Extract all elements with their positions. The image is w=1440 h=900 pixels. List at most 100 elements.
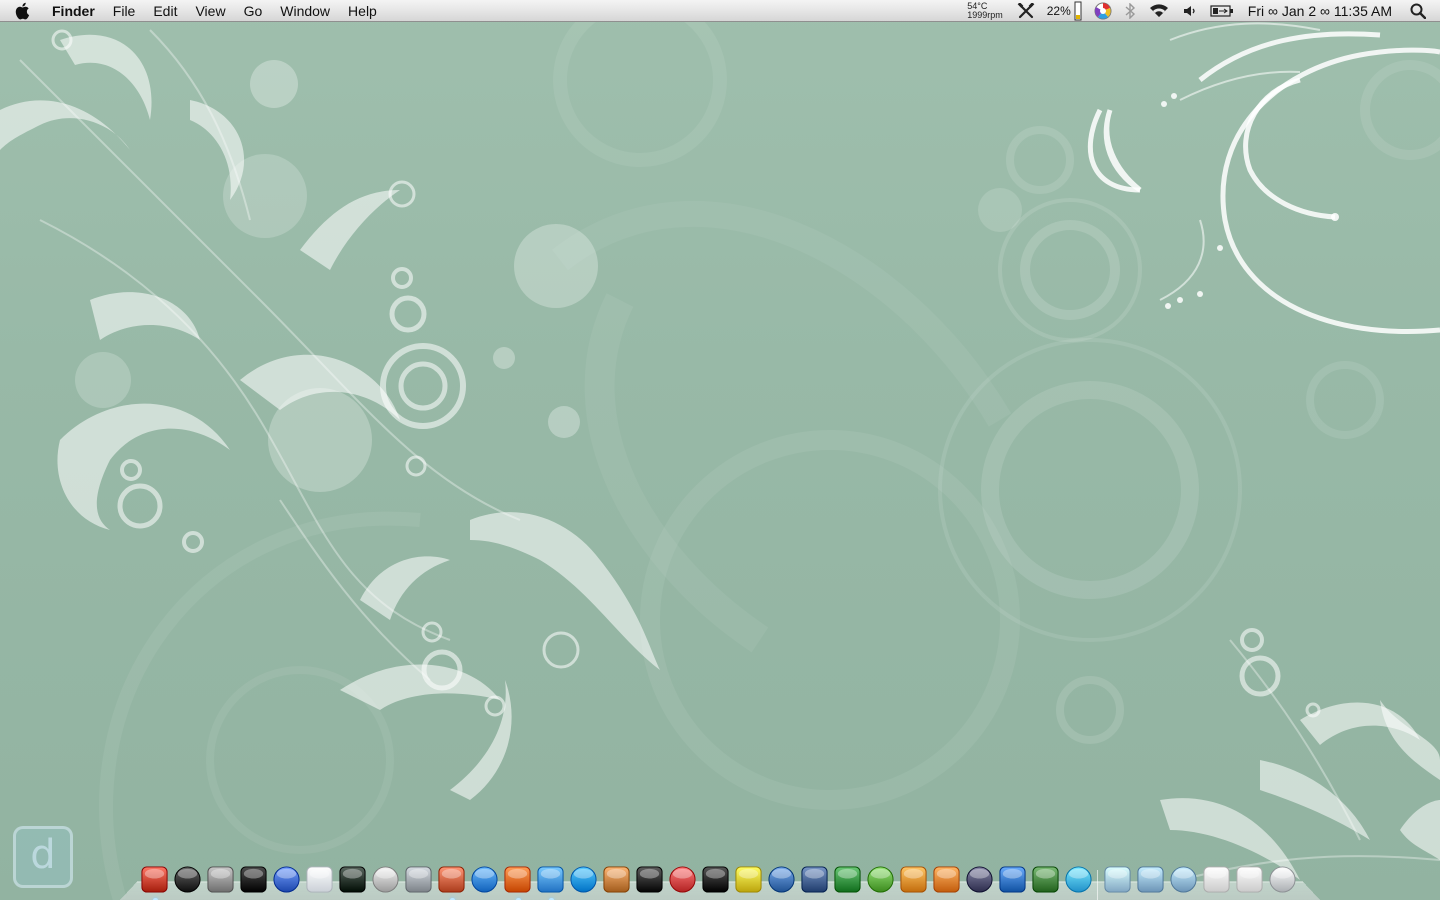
menu-clock[interactable]: Fri ∞ Jan 2 ∞ 11:35 AM — [1240, 3, 1404, 19]
color-wheel-extra[interactable] — [1088, 0, 1118, 22]
dock-item-time-machine[interactable] — [270, 862, 303, 896]
trash-icon — [1269, 865, 1296, 893]
script-editor-icon — [405, 865, 432, 893]
dock-item-terminal[interactable] — [237, 862, 270, 896]
adium-icon — [1032, 865, 1059, 893]
dock-item-front-row[interactable] — [633, 862, 666, 896]
wifi-extra[interactable] — [1142, 0, 1176, 22]
virtual-machine-icon — [768, 865, 795, 893]
volume-icon — [1183, 6, 1195, 16]
dock-item-word[interactable] — [996, 862, 1029, 896]
time-machine-icon — [273, 865, 300, 893]
dock-items — [138, 856, 1299, 900]
battery-level-icon — [1074, 1, 1082, 21]
apple-menu[interactable] — [0, 0, 44, 22]
dock-item-activity-monitor[interactable] — [336, 862, 369, 896]
battery-percent-extra[interactable]: 22% — [1041, 0, 1088, 22]
dock-item-mail-stack[interactable] — [1200, 862, 1233, 896]
downloads-folder-icon — [1170, 865, 1197, 893]
dock-item-scanner[interactable] — [732, 862, 765, 896]
terminal-icon — [240, 865, 267, 893]
dock-item-pen-tool[interactable] — [963, 862, 996, 896]
applications-folder-icon — [1137, 865, 1164, 893]
documents-stack-icon — [1104, 865, 1131, 893]
dock-item-firefox[interactable] — [501, 862, 534, 900]
dock-item-virtual-machine[interactable] — [765, 862, 798, 896]
temperature-monitor[interactable]: 54°C 1999rpm — [963, 2, 1011, 20]
airport-utility-icon — [306, 865, 333, 893]
firefox-icon — [504, 865, 531, 893]
dock-item-keynote[interactable] — [897, 862, 930, 896]
wallpaper — [0, 0, 1440, 900]
bluetooth-extra[interactable] — [1118, 0, 1142, 22]
dock-item-iphoto[interactable] — [600, 862, 633, 896]
dock-item-safari[interactable] — [468, 862, 501, 896]
front-row-icon — [636, 865, 663, 893]
dock-item-downloads-folder[interactable] — [1167, 862, 1200, 896]
dreamweaver-icon — [867, 865, 894, 893]
dock-item-quicktime[interactable] — [567, 862, 600, 896]
dock-item-dashboard[interactable] — [171, 862, 204, 896]
dock-item-network[interactable] — [1062, 862, 1095, 896]
menu-window[interactable]: Window — [271, 0, 339, 22]
volume-extra[interactable] — [1176, 0, 1204, 22]
drop-widget[interactable]: d — [13, 826, 73, 888]
dock-item-adium[interactable] — [1029, 862, 1062, 896]
itunes-icon — [537, 865, 564, 893]
wifi-icon — [1149, 4, 1168, 17]
keynote-icon — [900, 865, 927, 893]
battery-extra[interactable] — [1204, 0, 1240, 22]
textedit-icon — [669, 865, 696, 893]
dock-item-disk-utility[interactable] — [369, 862, 402, 896]
desktop[interactable] — [0, 0, 1440, 900]
dock-item-address-book[interactable] — [435, 862, 468, 900]
spotlight-button[interactable] — [1404, 0, 1440, 22]
menu-file[interactable]: File — [104, 0, 145, 22]
mail-stack-icon — [1203, 865, 1230, 893]
dock-item-itunes[interactable] — [534, 862, 567, 900]
tools-icon — [1017, 3, 1035, 19]
pages-icon — [933, 865, 960, 893]
app-menu-finder[interactable]: Finder — [44, 0, 104, 22]
menu-bar: Finder File Edit View Go Window Help 54°… — [0, 0, 1440, 22]
address-book-icon — [438, 865, 465, 893]
dock-item-dreamweaver[interactable] — [864, 862, 897, 896]
dock-item-textedit[interactable] — [666, 862, 699, 896]
color-wheel-icon — [1094, 2, 1112, 20]
bluetooth-icon — [1125, 3, 1135, 19]
scanner-icon — [735, 865, 762, 893]
pen-tool-icon — [966, 865, 993, 893]
apple-icon — [15, 2, 30, 19]
quicktime-icon — [570, 865, 597, 893]
dock-item-system-preferences[interactable] — [204, 862, 237, 896]
spaces-icon — [801, 865, 828, 893]
drop-widget-letter: d — [30, 832, 56, 878]
disk-utility-icon — [372, 865, 399, 893]
system-preferences-icon — [207, 865, 234, 893]
menu-go[interactable]: Go — [235, 0, 272, 22]
dock-item-applications-folder[interactable] — [1134, 862, 1167, 896]
dock-item-documents-stack[interactable] — [1101, 862, 1134, 896]
word-icon — [999, 865, 1026, 893]
tools-menu-extra[interactable] — [1011, 0, 1041, 22]
safari-icon — [471, 865, 498, 893]
battery-icon — [1210, 5, 1233, 17]
dock-item-preview-stack[interactable] — [1233, 862, 1266, 896]
menu-view[interactable]: View — [186, 0, 234, 22]
dock-item-numbers[interactable] — [831, 862, 864, 896]
dock-item-airport-utility[interactable] — [303, 862, 336, 896]
numbers-icon — [834, 865, 861, 893]
dock-item-finder[interactable] — [138, 862, 171, 900]
dock — [120, 852, 1320, 900]
dock-item-pages[interactable] — [930, 862, 963, 896]
preview-stack-icon — [1236, 865, 1263, 893]
menu-edit[interactable]: Edit — [144, 0, 186, 22]
battery-percent: 22% — [1046, 4, 1071, 18]
dock-item-ipod[interactable] — [699, 862, 732, 896]
menu-help[interactable]: Help — [339, 0, 386, 22]
dock-item-trash[interactable] — [1266, 862, 1299, 896]
ipod-icon — [702, 865, 729, 893]
dock-item-script-editor[interactable] — [402, 862, 435, 896]
iphoto-icon — [603, 865, 630, 893]
dock-item-spaces[interactable] — [798, 862, 831, 896]
